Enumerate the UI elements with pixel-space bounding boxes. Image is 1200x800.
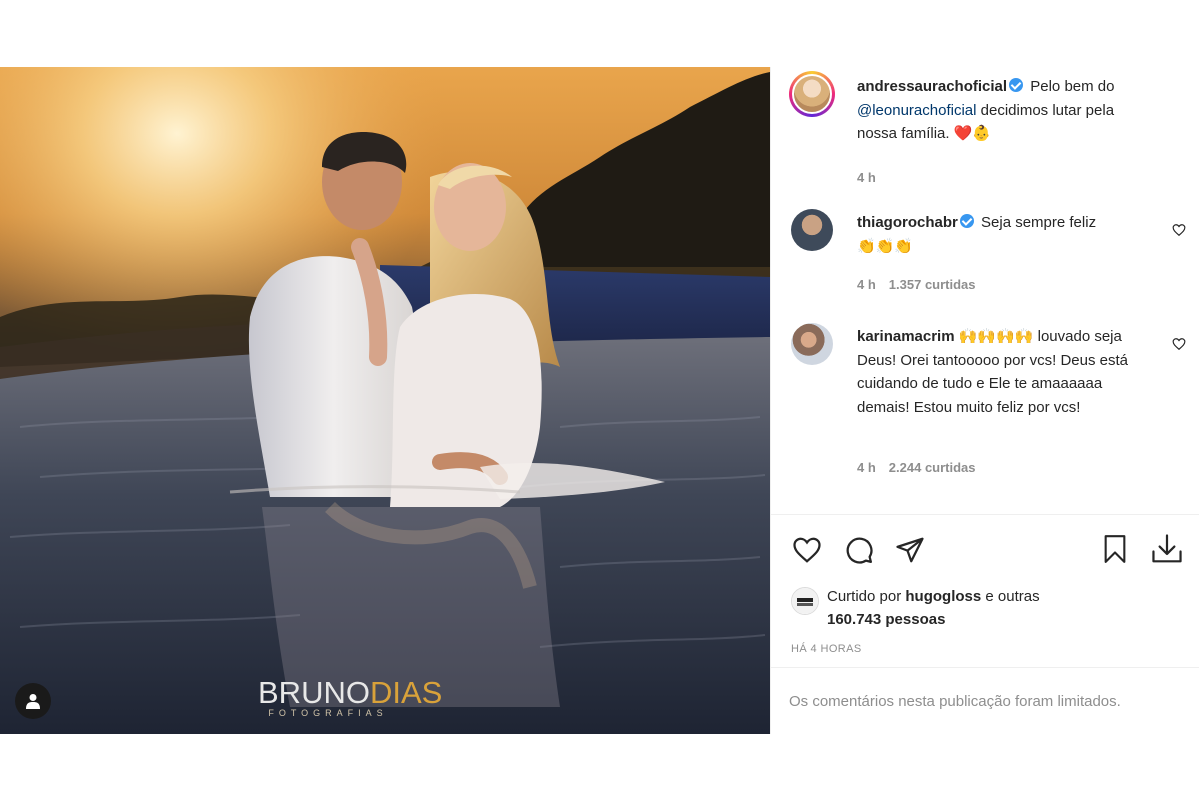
- download-icon[interactable]: [1151, 533, 1183, 565]
- comment-emojis: 🙌🙌🙌🙌: [958, 328, 1034, 345]
- author-avatar[interactable]: [789, 71, 835, 117]
- caption-text: andressaurachoficial Pelo bem do @leonur…: [857, 75, 1157, 146]
- caption-meta: 4 h: [857, 170, 876, 185]
- caption-time[interactable]: 4 h: [857, 170, 876, 185]
- liker-avatar[interactable]: [791, 587, 819, 615]
- comment-like-heart-icon[interactable]: [1172, 337, 1186, 351]
- comments-limited-notice: Os comentários nesta publicação foram li…: [771, 667, 1199, 734]
- bookmark-icon[interactable]: [1101, 533, 1129, 565]
- post-photo[interactable]: BRUNODIAS FOTOGRAFIAS: [0, 67, 770, 734]
- comment-likes[interactable]: 1.357 curtidas: [889, 277, 976, 292]
- photographer-watermark: BRUNODIAS FOTOGRAFIAS: [258, 675, 442, 718]
- commenter-avatar[interactable]: [791, 209, 833, 251]
- post-timestamp[interactable]: HÁ 4 HORAS: [791, 643, 862, 655]
- comment-username[interactable]: karinamacrim: [857, 328, 955, 345]
- commenter-avatar[interactable]: [791, 323, 833, 365]
- comment-likes[interactable]: 2.244 curtidas: [889, 460, 976, 475]
- user-tag-button[interactable]: [15, 683, 51, 719]
- verified-badge-icon: [1009, 78, 1024, 92]
- comment-username[interactable]: thiagorochabr: [857, 214, 958, 231]
- heart-icon[interactable]: [791, 535, 823, 565]
- comment-meta: 4 h 2.244 curtidas: [857, 460, 976, 475]
- photo-scene: [0, 67, 770, 734]
- caption-mention-link[interactable]: @leonurachoficial: [857, 102, 976, 119]
- comment-meta: 4 h 1.357 curtidas: [857, 277, 976, 292]
- likes-conj: e: [985, 588, 994, 605]
- liker-username[interactable]: hugogloss: [905, 588, 981, 605]
- comment-time[interactable]: 4 h: [857, 277, 876, 292]
- comment-text: karinamacrim 🙌🙌🙌🙌 louvado seja Deus! Ore…: [857, 325, 1157, 419]
- comment-text: thiagorochabr Seja sempre feliz 👏👏👏: [857, 211, 1157, 258]
- watermark-dias: DIAS: [369, 675, 443, 710]
- user-tag-icon: [26, 694, 40, 709]
- likes-text[interactable]: Curtido por hugogloss e outras 160.743 p…: [827, 586, 1067, 631]
- likes-prefix: Curtido por: [827, 588, 902, 605]
- post-side-panel: andressaurachoficial Pelo bem do @leonur…: [770, 67, 1200, 734]
- caption-part-1: Pelo bem do: [1030, 78, 1115, 95]
- watermark-bruno: BRUNO: [258, 675, 370, 710]
- watermark-sub: FOTOGRAFIAS: [268, 708, 388, 718]
- comments-limited-text: Os comentários nesta publicação foram li…: [789, 693, 1121, 710]
- comment-icon[interactable]: [843, 535, 875, 565]
- comments-list[interactable]: andressaurachoficial Pelo bem do @leonur…: [771, 67, 1199, 513]
- comment-time[interactable]: 4 h: [857, 460, 876, 475]
- caption-username[interactable]: andressaurachoficial: [857, 78, 1007, 95]
- share-icon[interactable]: [895, 535, 925, 565]
- comment-body: Seja sempre feliz: [981, 214, 1097, 231]
- instagram-post: BRUNODIAS FOTOGRAFIAS andressaurachofici…: [0, 67, 1200, 734]
- comment-emojis: 👏👏👏: [857, 237, 914, 255]
- likes-count[interactable]: 160.743 pessoas: [827, 611, 945, 628]
- comment-like-heart-icon[interactable]: [1172, 223, 1186, 237]
- likes-others-prefix: outras: [997, 588, 1040, 605]
- verified-badge-icon: [959, 214, 974, 228]
- caption-emojis: ❤️👶: [953, 125, 992, 142]
- post-actions-bar: [771, 514, 1199, 564]
